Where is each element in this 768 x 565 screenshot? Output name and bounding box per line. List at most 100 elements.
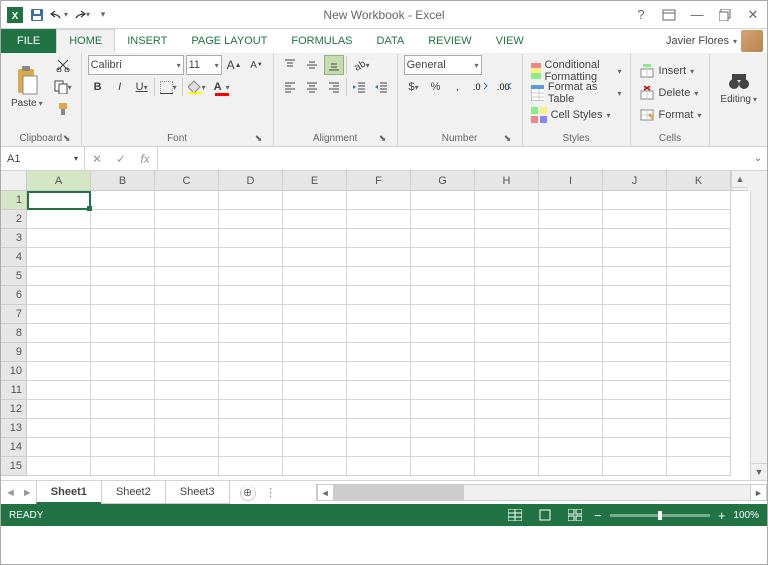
comma-format-button[interactable]: , bbox=[448, 77, 468, 97]
cell-E5[interactable] bbox=[283, 267, 347, 286]
cell-B15[interactable] bbox=[91, 457, 155, 476]
clipboard-dialog-launcher[interactable]: ⬊ bbox=[61, 132, 73, 144]
cell-B6[interactable] bbox=[91, 286, 155, 305]
cell-H3[interactable] bbox=[475, 229, 539, 248]
cell-D8[interactable] bbox=[219, 324, 283, 343]
ribbon-display-options[interactable] bbox=[659, 5, 679, 25]
column-header-K[interactable]: K bbox=[667, 171, 731, 191]
tab-view[interactable]: VIEW bbox=[484, 29, 536, 53]
page-layout-view-button[interactable] bbox=[534, 507, 556, 523]
normal-view-button[interactable] bbox=[504, 507, 526, 523]
cell-C6[interactable] bbox=[155, 286, 219, 305]
close-button[interactable]: ✕ bbox=[743, 5, 763, 25]
cell-K1[interactable] bbox=[667, 191, 731, 210]
row-header-1[interactable]: 1 bbox=[1, 191, 27, 210]
cell-C4[interactable] bbox=[155, 248, 219, 267]
cell-F15[interactable] bbox=[347, 457, 411, 476]
cell-I4[interactable] bbox=[539, 248, 603, 267]
cell-J14[interactable] bbox=[603, 438, 667, 457]
cell-B1[interactable] bbox=[91, 191, 155, 210]
cell-B9[interactable] bbox=[91, 343, 155, 362]
column-header-I[interactable]: I bbox=[539, 171, 603, 191]
zoom-slider[interactable] bbox=[610, 514, 710, 517]
cell-I14[interactable] bbox=[539, 438, 603, 457]
cell-F14[interactable] bbox=[347, 438, 411, 457]
row-header-15[interactable]: 15 bbox=[1, 457, 27, 476]
cell-A14[interactable] bbox=[27, 438, 91, 457]
cell-J1[interactable] bbox=[603, 191, 667, 210]
user-area[interactable]: Javier Flores ▾ bbox=[666, 29, 767, 53]
accounting-format-button[interactable]: $▾ bbox=[404, 77, 424, 97]
cell-C12[interactable] bbox=[155, 400, 219, 419]
cell-K15[interactable] bbox=[667, 457, 731, 476]
cell-A15[interactable] bbox=[27, 457, 91, 476]
cell-E2[interactable] bbox=[283, 210, 347, 229]
cell-D6[interactable] bbox=[219, 286, 283, 305]
cell-K5[interactable] bbox=[667, 267, 731, 286]
cell-I2[interactable] bbox=[539, 210, 603, 229]
cell-K3[interactable] bbox=[667, 229, 731, 248]
format-cells-button[interactable]: Format▾ bbox=[637, 105, 704, 125]
cell-D15[interactable] bbox=[219, 457, 283, 476]
cell-J6[interactable] bbox=[603, 286, 667, 305]
cell-I8[interactable] bbox=[539, 324, 603, 343]
tab-data[interactable]: DATA bbox=[365, 29, 417, 53]
decrease-indent-button[interactable] bbox=[349, 77, 369, 97]
align-top-button[interactable] bbox=[280, 55, 300, 75]
sheet-nav-next[interactable]: ► bbox=[22, 487, 33, 499]
increase-decimal-button[interactable]: .0 bbox=[470, 77, 492, 97]
cell-A5[interactable] bbox=[27, 267, 91, 286]
cell-B11[interactable] bbox=[91, 381, 155, 400]
sheet-tab-sheet3[interactable]: Sheet3 bbox=[165, 481, 230, 504]
tab-home[interactable]: HOME bbox=[56, 29, 115, 53]
cell-H7[interactable] bbox=[475, 305, 539, 324]
cell-A6[interactable] bbox=[27, 286, 91, 305]
tab-formulas[interactable]: FORMULAS bbox=[279, 29, 364, 53]
cell-A9[interactable] bbox=[27, 343, 91, 362]
name-box[interactable]: A1▾ bbox=[1, 147, 85, 170]
cell-H2[interactable] bbox=[475, 210, 539, 229]
tab-insert[interactable]: INSERT bbox=[115, 29, 179, 53]
row-header-4[interactable]: 4 bbox=[1, 248, 27, 267]
cell-G8[interactable] bbox=[411, 324, 475, 343]
cell-F9[interactable] bbox=[347, 343, 411, 362]
cell-I3[interactable] bbox=[539, 229, 603, 248]
cell-I10[interactable] bbox=[539, 362, 603, 381]
page-break-view-button[interactable] bbox=[564, 507, 586, 523]
cell-I9[interactable] bbox=[539, 343, 603, 362]
redo-icon[interactable]: ▾ bbox=[71, 5, 91, 25]
cell-C7[interactable] bbox=[155, 305, 219, 324]
cell-J12[interactable] bbox=[603, 400, 667, 419]
row-header-3[interactable]: 3 bbox=[1, 229, 27, 248]
number-dialog-launcher[interactable]: ⬊ bbox=[502, 132, 514, 144]
cell-G14[interactable] bbox=[411, 438, 475, 457]
cell-G5[interactable] bbox=[411, 267, 475, 286]
scroll-up-button[interactable]: ▲ bbox=[732, 171, 748, 188]
cell-K7[interactable] bbox=[667, 305, 731, 324]
sheet-nav-prev[interactable]: ◄ bbox=[5, 487, 16, 499]
italic-button[interactable]: I bbox=[110, 77, 130, 97]
cell-G4[interactable] bbox=[411, 248, 475, 267]
cell-E6[interactable] bbox=[283, 286, 347, 305]
font-name-combo[interactable]: Calibri▾ bbox=[88, 55, 184, 75]
column-header-A[interactable]: A bbox=[27, 171, 91, 191]
cell-G3[interactable] bbox=[411, 229, 475, 248]
cell-A7[interactable] bbox=[27, 305, 91, 324]
align-left-button[interactable] bbox=[280, 77, 300, 97]
align-middle-button[interactable] bbox=[302, 55, 322, 75]
tab-page-layout[interactable]: PAGE LAYOUT bbox=[179, 29, 279, 53]
cell-J11[interactable] bbox=[603, 381, 667, 400]
enter-formula-button[interactable]: ✓ bbox=[109, 152, 133, 166]
row-header-6[interactable]: 6 bbox=[1, 286, 27, 305]
zoom-level[interactable]: 100% bbox=[733, 510, 759, 521]
delete-cells-button[interactable]: Delete▾ bbox=[637, 83, 704, 103]
minimize-button[interactable]: — bbox=[687, 5, 707, 25]
cell-D10[interactable] bbox=[219, 362, 283, 381]
cell-C9[interactable] bbox=[155, 343, 219, 362]
row-header-7[interactable]: 7 bbox=[1, 305, 27, 324]
cell-G2[interactable] bbox=[411, 210, 475, 229]
cell-H15[interactable] bbox=[475, 457, 539, 476]
select-all-corner[interactable] bbox=[1, 171, 27, 191]
cell-F5[interactable] bbox=[347, 267, 411, 286]
column-header-D[interactable]: D bbox=[219, 171, 283, 191]
